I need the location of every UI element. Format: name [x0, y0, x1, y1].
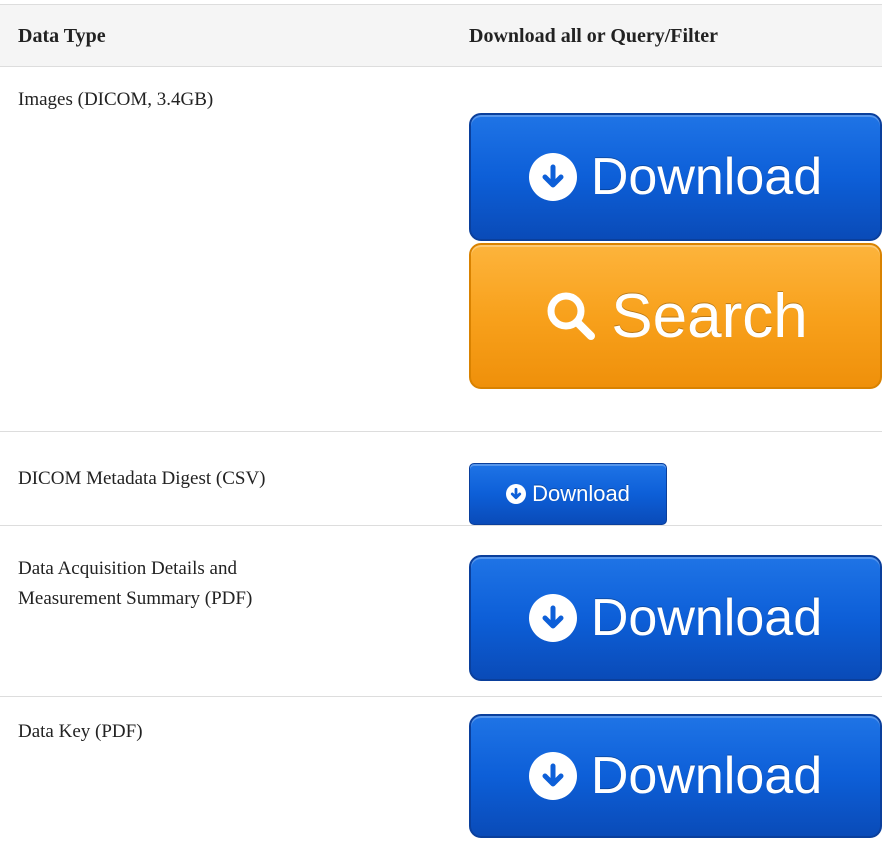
- table-row: DICOM Metadata Digest (CSV) Download: [0, 431, 882, 525]
- search-button-label: Search: [611, 281, 808, 351]
- row-label-acquisition-details: Data Acquisition Details and Measurement…: [18, 554, 252, 614]
- column-header-data-type: Data Type: [18, 25, 106, 47]
- download-button-label: Download: [590, 747, 823, 805]
- download-button-label: Download: [590, 148, 823, 206]
- arrow-down-circle-icon: [528, 153, 577, 201]
- data-table: Data Type Download all or Query/Filter I…: [0, 0, 882, 851]
- download-button-label: Download: [590, 589, 823, 647]
- arrow-down-circle-icon: [528, 752, 577, 800]
- table-row: Images (DICOM, 3.4GB) Download Search: [0, 66, 882, 431]
- download-button-label: Download: [532, 481, 630, 506]
- magnifier-icon: [543, 288, 599, 344]
- download-acquisition-details-button[interactable]: Download: [469, 555, 882, 681]
- table-row: Data Acquisition Details and Measurement…: [0, 525, 882, 681]
- row-label-line-1: Data Acquisition Details and: [18, 558, 237, 579]
- table-row: Data Key (PDF) Download: [0, 696, 882, 851]
- download-data-key-button[interactable]: Download: [469, 714, 882, 838]
- search-images-button[interactable]: Search: [469, 243, 882, 389]
- table-header-row: Data Type Download all or Query/Filter: [0, 4, 882, 66]
- row-label-metadata-digest: DICOM Metadata Digest (CSV): [18, 468, 266, 489]
- column-header-download: Download all or Query/Filter: [469, 25, 719, 47]
- arrow-down-circle-icon: [528, 594, 577, 642]
- row-label-images: Images (DICOM, 3.4GB): [18, 89, 214, 110]
- download-images-button[interactable]: Download: [469, 113, 882, 241]
- row-label-line-2: Measurement Summary (PDF): [18, 588, 253, 609]
- row-label-data-key: Data Key (PDF): [18, 721, 143, 742]
- arrow-down-circle-icon: [506, 484, 527, 504]
- download-metadata-digest-button[interactable]: Download: [469, 463, 667, 525]
